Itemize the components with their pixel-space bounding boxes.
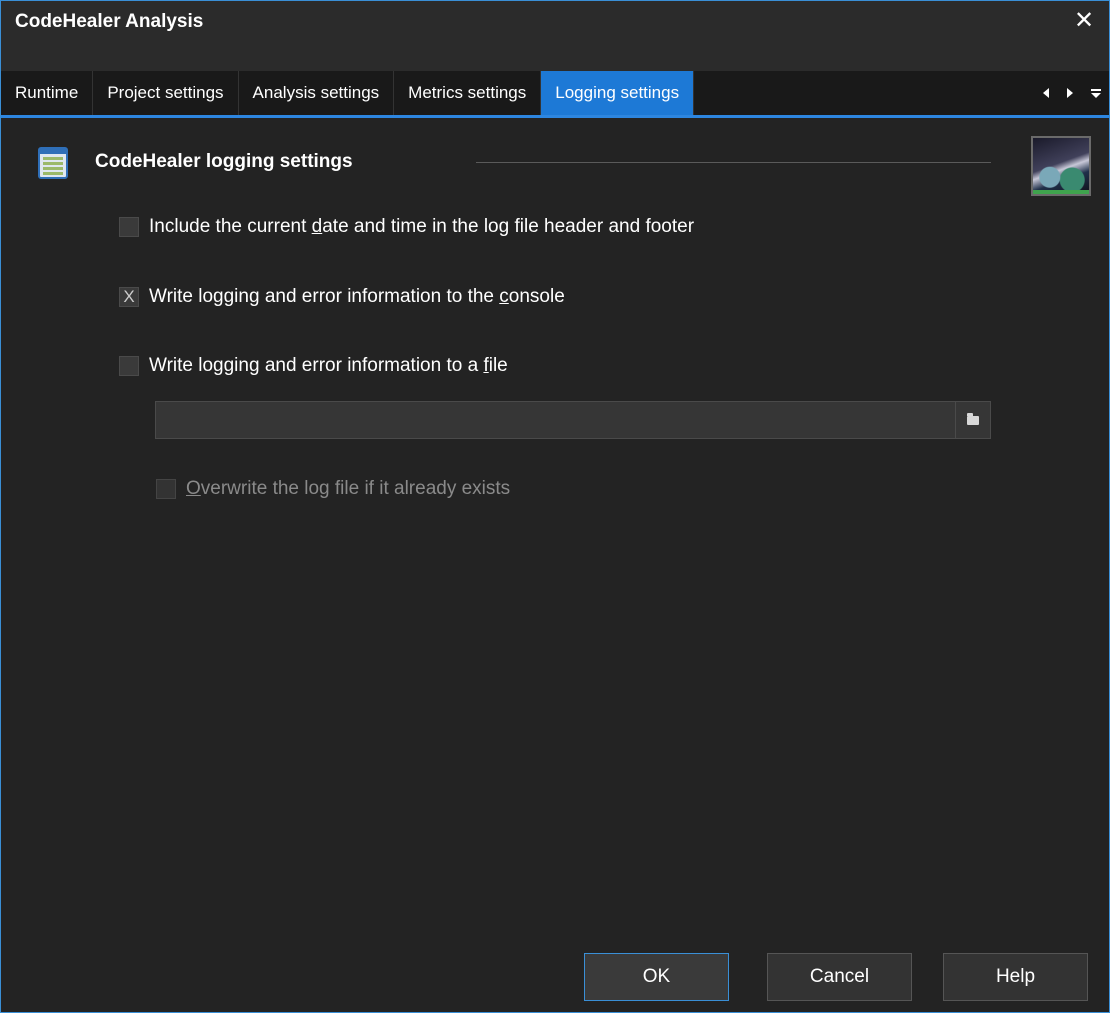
window-title: CodeHealer Analysis [15,11,204,32]
section-title: CodeHealer logging settings [95,151,353,172]
log-file-checkbox[interactable] [119,356,139,376]
folder-open-icon [967,413,979,425]
tab-list: Runtime Project settings Analysis settin… [1,71,695,115]
log-console-label: Write logging and error information to t… [149,286,565,307]
tab-runtime[interactable]: Runtime [1,71,94,115]
scroll-left-icon[interactable] [1043,88,1049,98]
close-icon[interactable]: ✕ [1067,4,1101,38]
tab-project-settings[interactable]: Project settings [93,71,239,115]
log-console-option[interactable]: X Write logging and error information to… [119,286,565,308]
tab-navigation [1043,71,1101,115]
help-button[interactable]: Help [943,953,1088,1001]
tab-logging-settings[interactable]: Logging settings [541,71,695,115]
tab-analysis-settings[interactable]: Analysis settings [238,71,395,115]
tab-menu-icon[interactable] [1091,88,1101,98]
tab-strip-spacer [1,41,1109,71]
overwrite-label: Overwrite the log file if it already exi… [186,478,511,499]
include-datetime-option[interactable]: Include the current date and time in the… [119,216,694,238]
ok-button[interactable]: OK [584,953,729,1001]
title-bar: CodeHealer Analysis ✕ [1,1,1109,41]
cancel-button[interactable]: Cancel [767,953,912,1001]
settings-sheet-icon [38,147,68,179]
codehealer-analysis-dialog: CodeHealer Analysis ✕ Runtime Project se… [0,0,1110,1013]
overwrite-checkbox[interactable] [156,479,176,499]
overwrite-option[interactable]: Overwrite the log file if it already exi… [156,478,510,500]
log-file-label: Write logging and error information to a… [149,355,508,376]
log-file-path-input[interactable] [155,401,956,439]
include-datetime-label: Include the current date and time in the… [149,216,695,237]
section-divider [476,162,991,163]
include-datetime-checkbox[interactable] [119,217,139,237]
codehealer-logo-icon [1031,136,1091,196]
browse-file-button[interactable] [956,401,991,439]
log-file-option[interactable]: Write logging and error information to a… [119,355,508,377]
scroll-right-icon[interactable] [1067,88,1073,98]
log-console-checkbox[interactable]: X [119,287,139,307]
tab-metrics-settings[interactable]: Metrics settings [394,71,542,115]
